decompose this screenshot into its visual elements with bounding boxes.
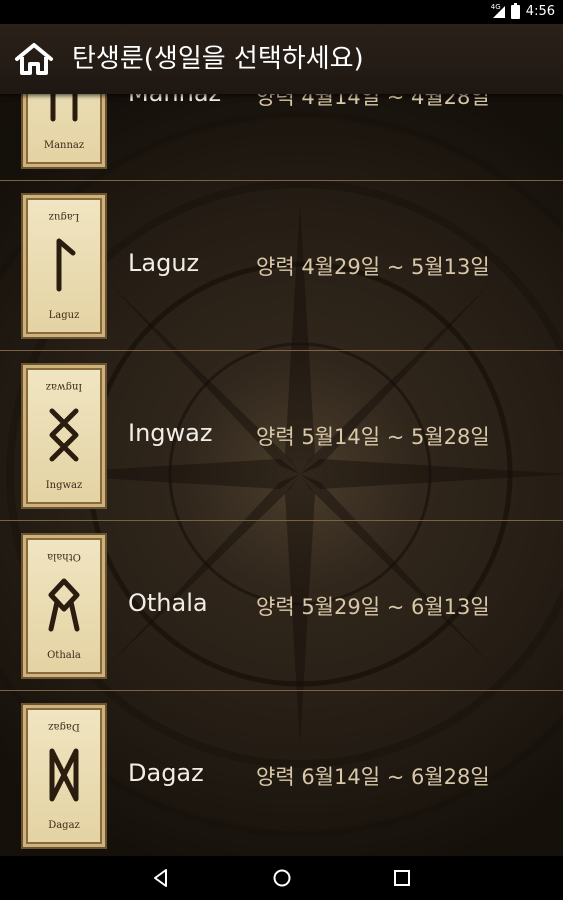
rune-card: Mannaz Mannaz <box>21 94 107 169</box>
card-caption-bottom: Mannaz <box>43 140 85 151</box>
list-item[interactable]: Dagaz Dagaz Dagaz 양력 6월14일 ~ 6월28일 <box>0 691 563 856</box>
card-caption-top: Dagaz <box>48 721 80 732</box>
rune-name: Ingwaz <box>128 419 213 447</box>
rune-date-range: 양력 6월14일 ~ 6월28일 <box>256 765 490 789</box>
rune-card: Ingwaz Ingwaz <box>21 363 107 509</box>
othala-rune-icon <box>48 578 80 632</box>
ingwaz-rune-icon <box>49 408 79 462</box>
rune-date-range: 양력 4월14일 ~ 4월28일 <box>256 94 490 109</box>
card-caption-top: Othala <box>47 551 81 562</box>
card-caption-top: Laguz <box>48 211 80 222</box>
rune-date-range: 양력 4월29일 ~ 5월13일 <box>256 255 490 279</box>
battery-icon <box>510 2 520 19</box>
signal-icon: 4G <box>490 2 505 18</box>
card-caption-bottom: Ingwaz <box>45 480 83 491</box>
rune-card: Othala Othala <box>21 533 107 679</box>
rune-list: Mannaz Mannaz Mannaz 양력 4월14일 ~ 4월28일 La… <box>0 94 563 856</box>
rune-date-range: 양력 5월14일 ~ 5월28일 <box>256 425 490 449</box>
list-item[interactable]: Mannaz Mannaz Mannaz 양력 4월14일 ~ 4월28일 <box>0 94 563 181</box>
list-item[interactable]: Laguz Laguz Laguz 양력 4월29일 ~ 5월13일 <box>0 181 563 351</box>
back-icon[interactable] <box>149 866 173 890</box>
recents-icon[interactable] <box>390 866 414 890</box>
network-type: 4G <box>490 2 501 11</box>
rune-card: Dagaz Dagaz <box>21 703 107 849</box>
rune-name: Laguz <box>128 249 200 277</box>
card-caption-bottom: Dagaz <box>48 820 80 831</box>
rune-name: Othala <box>128 589 208 617</box>
status-bar: 4G 4:56 <box>0 0 563 24</box>
laguz-rune-icon <box>56 238 76 292</box>
dagaz-rune-icon <box>49 748 79 802</box>
rune-name: Mannaz <box>128 94 221 107</box>
card-caption-top: Ingwaz <box>45 381 83 392</box>
home-circle-icon[interactable] <box>270 866 294 890</box>
home-icon[interactable] <box>14 42 54 76</box>
card-caption-bottom: Laguz <box>48 310 80 321</box>
list-item[interactable]: Othala Othala Othala 양력 5월29일 ~ 6월13일 <box>0 521 563 691</box>
navigation-bar <box>0 856 563 900</box>
card-caption-bottom: Othala <box>47 650 81 661</box>
rune-rows: Mannaz Mannaz Mannaz 양력 4월14일 ~ 4월28일 La… <box>0 94 563 856</box>
list-item[interactable]: Ingwaz Ingwaz Ingwaz 양력 5월14일 ~ 5월28일 <box>0 351 563 521</box>
clock: 4:56 <box>525 4 555 19</box>
app-bar: 탄생룬(생일을 선택하세요) <box>0 24 563 94</box>
rune-card: Laguz Laguz <box>21 193 107 339</box>
page-title: 탄생룬(생일을 선택하세요) <box>72 44 364 74</box>
rune-name: Dagaz <box>128 759 204 787</box>
rune-date-range: 양력 5월29일 ~ 6월13일 <box>256 595 490 619</box>
mannaz-rune-icon <box>50 94 78 122</box>
